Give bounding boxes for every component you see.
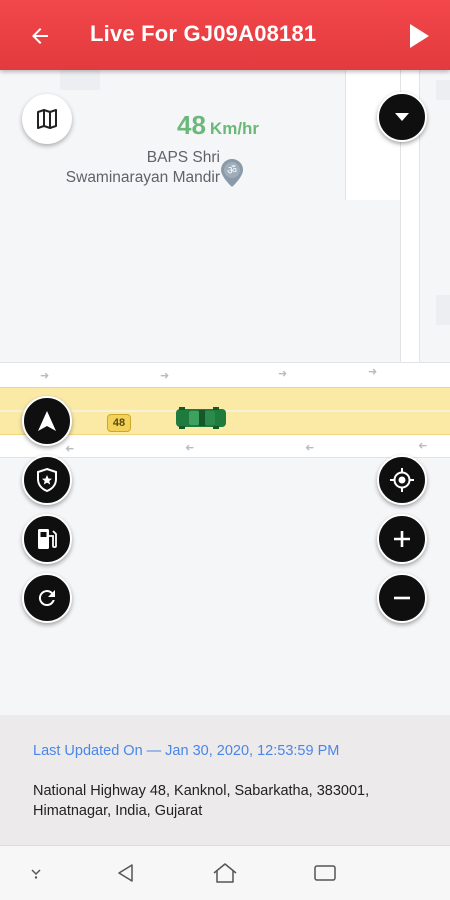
triangle-back-icon	[118, 864, 133, 882]
speed-unit: Km/hr	[209, 119, 260, 138]
page-title: Live For GJ09A08181	[90, 21, 317, 46]
speed-readout: 48 Km/hr	[177, 110, 259, 141]
poi-label: BAPS Shri Swaminarayan Mandir	[40, 148, 220, 188]
zoom-out-button[interactable]	[377, 573, 427, 623]
recents-icon	[314, 865, 336, 881]
speed-value: 48	[177, 110, 206, 140]
map-type-button[interactable]	[22, 94, 72, 144]
zoom-in-button[interactable]	[377, 514, 427, 564]
refresh-button[interactable]	[22, 573, 72, 623]
play-icon	[410, 24, 429, 48]
nav-home-button[interactable]	[210, 860, 240, 886]
road-arrow-right: ➜	[368, 366, 378, 378]
map-icon	[37, 109, 57, 129]
road-arrow-right: ➜	[40, 370, 50, 382]
police-badge-icon	[37, 467, 57, 493]
home-icon	[213, 863, 237, 883]
fuel-pump-icon	[38, 529, 57, 549]
car-icon[interactable]	[175, 406, 227, 430]
map-building	[436, 295, 450, 325]
road-arrow-left: ➜	[65, 443, 75, 455]
police-station-button[interactable]	[22, 455, 72, 505]
highway-shield: 48	[107, 414, 131, 432]
system-nav-bar	[0, 845, 450, 900]
nav-recents-button[interactable]	[311, 860, 339, 886]
my-location-icon	[390, 468, 414, 492]
om-place-icon[interactable]: ॐ	[220, 158, 244, 188]
my-location-button[interactable]	[377, 455, 427, 505]
navigate-button[interactable]	[22, 396, 72, 446]
map-building	[60, 70, 100, 90]
app-header: Live For GJ09A08181	[0, 0, 450, 70]
road-arrow-right: ➜	[160, 370, 170, 382]
arrow-left-icon	[32, 28, 48, 44]
options-dropdown-button[interactable]	[377, 92, 427, 142]
map-view[interactable]: ➜ ➜ ➜ ➜ ➜ ➜ ➜ ➜ 48 48 Km/hr BAPS Shri Swa…	[0, 70, 450, 715]
vehicle-info-panel: Last Updated On — Jan 30, 2020, 12:53:59…	[0, 715, 450, 845]
last-updated-text: Last Updated On — Jan 30, 2020, 12:53:59…	[33, 743, 340, 759]
map-building	[436, 80, 450, 100]
navigation-arrow-icon	[38, 411, 56, 431]
poi-label-line2: Swaminarayan Mandir	[65, 169, 220, 186]
plus-icon	[394, 531, 410, 547]
svg-text:ॐ: ॐ	[227, 164, 237, 177]
fuel-station-button[interactable]	[22, 514, 72, 564]
minus-icon	[394, 596, 410, 600]
refresh-icon	[38, 590, 55, 607]
road-arrow-left: ➜	[185, 442, 195, 454]
road-arrow-left: ➜	[305, 442, 315, 454]
address-text: National Highway 48, Kanknol, Sabarkatha…	[33, 783, 370, 819]
road-arrow-left: ➜	[418, 440, 428, 452]
nav-back-button[interactable]	[112, 860, 140, 886]
chevron-down-icon	[395, 113, 409, 121]
nav-collapse-button[interactable]	[24, 860, 48, 886]
play-button[interactable]	[404, 20, 434, 52]
poi-label-line1: BAPS Shri	[146, 149, 220, 166]
back-button[interactable]	[24, 20, 56, 52]
road-arrow-right: ➜	[278, 368, 288, 380]
chevron-down-small-icon	[31, 869, 41, 879]
